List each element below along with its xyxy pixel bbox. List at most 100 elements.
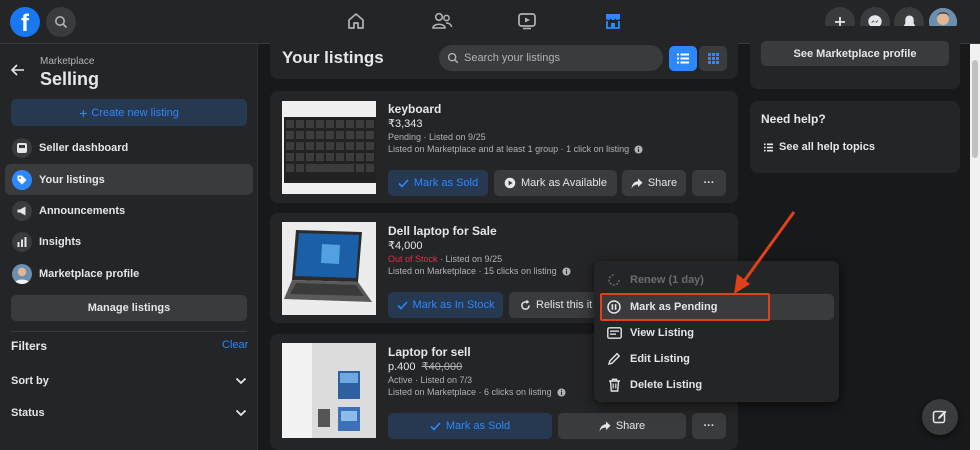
list-icon: [764, 143, 773, 152]
sidebar-item-marketplace-profile[interactable]: Marketplace profile: [5, 258, 253, 289]
mark-as-available-button[interactable]: Mark as Available: [494, 170, 617, 196]
mark-as-in-stock-button[interactable]: Mark as In Stock: [388, 292, 503, 318]
divider: [11, 331, 247, 332]
sidebar-item-label: Insights: [39, 235, 82, 248]
info-icon[interactable]: [557, 387, 566, 397]
new-message-button[interactable]: [922, 399, 958, 435]
search-placeholder: Search your listings: [464, 52, 560, 64]
search-button[interactable]: [46, 7, 76, 37]
list-view-button[interactable]: [669, 46, 697, 71]
see-all-help-topics-link[interactable]: See all help topics: [764, 141, 875, 153]
listing-info-text: Listed on Marketplace · 15 clicks on lis…: [388, 266, 557, 276]
search-listings-input[interactable]: Search your listings: [439, 45, 663, 71]
listing-info-line: Listed on Marketplace · 6 clicks on list…: [388, 387, 566, 397]
sidebar-item-label: Marketplace profile: [39, 267, 140, 280]
tag-icon: [12, 169, 32, 190]
menu-item-label: Edit Listing: [630, 353, 690, 365]
mark-as-sold-button[interactable]: Mark as Sold: [388, 413, 552, 439]
more-options-button[interactable]: ···: [692, 413, 726, 439]
status-text: Active: [388, 375, 413, 385]
menu-item-delete-listing[interactable]: Delete Listing: [601, 372, 834, 398]
listing-info-line: Listed on Marketplace and at least 1 gro…: [388, 144, 643, 154]
checkmark-icon: [398, 178, 409, 188]
listing-thumbnail-laptop-for-sell[interactable]: [282, 343, 376, 438]
menu-item-view-listing[interactable]: View Listing: [601, 320, 834, 346]
pencil-icon: [604, 349, 624, 369]
clear-filters-link[interactable]: Clear: [222, 339, 248, 351]
filters-heading: Filters: [11, 339, 48, 353]
button-label: Share: [647, 177, 678, 189]
nav-watch-tab[interactable]: [514, 8, 540, 34]
listing-title[interactable]: Dell laptop for Sale: [388, 224, 497, 238]
button-label: Relist this it: [536, 299, 593, 311]
info-icon[interactable]: [562, 266, 571, 276]
megaphone-icon: [12, 200, 32, 221]
checkmark-icon: [396, 300, 408, 310]
nav-friends-tab[interactable]: [429, 8, 455, 34]
marketplace-icon: [603, 11, 623, 31]
listings-title: Your listings: [282, 48, 384, 67]
listing-title[interactable]: Laptop for sell: [388, 345, 471, 359]
share-button[interactable]: Share: [622, 170, 686, 196]
play-circle-icon: [504, 177, 516, 189]
view-icon: [604, 323, 624, 343]
sidebar-item-insights[interactable]: Insights: [5, 226, 253, 257]
see-marketplace-profile-button[interactable]: See Marketplace profile: [761, 41, 949, 66]
chevron-down-icon: [235, 377, 247, 385]
listing-title[interactable]: keyboard: [388, 102, 441, 116]
listing-info-text: Listed on Marketplace · 6 clicks on list…: [388, 387, 552, 397]
listing-status-line: Active · Listed on 7/3: [388, 375, 472, 385]
chart-icon: [12, 231, 32, 252]
menu-item-label: Delete Listing: [630, 379, 703, 391]
create-new-listing-button[interactable]: + Create new listing: [11, 99, 247, 126]
friends-icon: [431, 11, 453, 31]
listing-thumbnail-keyboard[interactable]: [282, 101, 376, 194]
facebook-logo[interactable]: f: [10, 7, 40, 37]
search-icon: [447, 52, 459, 64]
help-link-label: See all help topics: [779, 141, 875, 153]
back-arrow-icon[interactable]: [11, 64, 25, 76]
menu-item-edit-listing[interactable]: Edit Listing: [601, 346, 834, 372]
listed-date: · Listed on 7/3: [412, 375, 473, 385]
mark-as-sold-button[interactable]: Mark as Sold: [388, 170, 488, 196]
menu-item-label: View Listing: [630, 327, 694, 339]
more-icon: ···: [703, 177, 715, 189]
page-title: Selling: [40, 69, 100, 89]
listing-price: p.400 ₹40,000: [388, 360, 462, 373]
page-scrollbar[interactable]: [970, 44, 980, 450]
marketplace-profile-card: See Marketplace profile: [750, 26, 960, 89]
sidebar-item-announcements[interactable]: Announcements: [5, 195, 253, 226]
chevron-down-icon: [235, 409, 247, 417]
nav-home-tab[interactable]: [343, 8, 369, 34]
status-text: Pending: [388, 132, 422, 142]
current-price: p.400: [388, 361, 416, 373]
annotation-arrow-icon: [734, 211, 796, 294]
sort-by-dropdown[interactable]: Sort by: [11, 375, 247, 387]
trash-icon: [604, 375, 624, 395]
dashboard-icon: [12, 137, 32, 158]
sidebar-item-your-listings[interactable]: Your listings: [5, 164, 253, 195]
share-icon: [599, 421, 611, 432]
sidebar-item-seller-dashboard[interactable]: Seller dashboard: [5, 132, 253, 163]
more-options-button[interactable]: ···: [692, 170, 726, 196]
sidebar-item-label: Your listings: [39, 173, 105, 186]
avatar: [12, 263, 32, 284]
scrollbar-thumb[interactable]: [972, 60, 978, 158]
status-dropdown[interactable]: Status: [11, 407, 247, 419]
menu-item-label: Renew (1 day): [630, 274, 704, 286]
info-icon[interactable]: [634, 144, 643, 154]
checkmark-icon: [430, 421, 441, 431]
share-button[interactable]: Share: [558, 413, 686, 439]
listing-thumbnail-dell-laptop[interactable]: [282, 222, 376, 315]
nav-marketplace-tab[interactable]: [600, 8, 626, 34]
renew-icon: [604, 270, 624, 290]
manage-listings-button[interactable]: Manage listings: [11, 295, 247, 321]
button-label: Mark as Available: [520, 177, 607, 189]
relist-icon: [520, 299, 531, 311]
button-label: Mark as Sold: [413, 177, 479, 189]
create-listing-label: Create new listing: [91, 106, 179, 119]
button-label: Share: [615, 420, 646, 432]
sidebar-item-label: Announcements: [39, 204, 126, 217]
breadcrumb: Marketplace: [40, 56, 95, 67]
grid-view-button[interactable]: [699, 46, 727, 71]
